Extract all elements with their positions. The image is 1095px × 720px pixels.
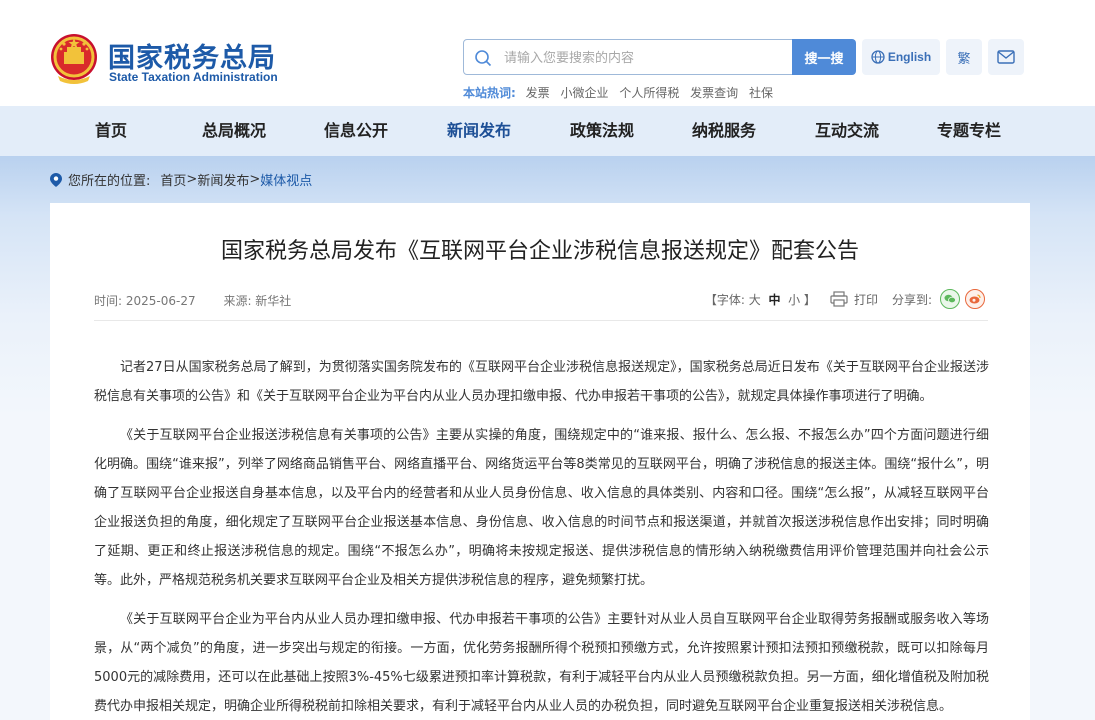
mail-button[interactable] (988, 39, 1024, 75)
hot-word-link[interactable]: 发票 (526, 86, 550, 100)
print-button[interactable]: 打印 (830, 291, 878, 308)
font-size-control: 【字体: 大 中 小 】 (705, 291, 816, 308)
meta-divider (94, 320, 988, 321)
article-paragraph: 《关于互联网平台企业为平台内从业人员办理扣缴申报、代办申报若干事项的公告》主要针… (94, 612, 989, 714)
wechat-glyph (944, 294, 956, 304)
article-tools: 【字体: 大 中 小 】 打印 分享到: (705, 287, 985, 311)
article-source: 来源: 新华社 (223, 294, 292, 308)
search-input[interactable] (504, 47, 784, 69)
breadcrumb-separator: > (186, 172, 198, 187)
traditional-chinese-button[interactable]: 繁 (946, 39, 982, 75)
article-time: 时间: 2025-06-27 (94, 294, 196, 308)
search-button[interactable]: 搜一搜 (792, 39, 856, 75)
nav-item-interact[interactable]: 互动交流 (815, 106, 879, 156)
hot-word-link[interactable]: 发票查询 (690, 86, 738, 100)
english-version-button[interactable]: English (862, 39, 940, 75)
font-small-button[interactable]: 小 (788, 293, 800, 307)
article-body: 记者27日从国家税务总局了解到，为贯彻落实国务院发布的《互联网平台企业涉税信息报… (94, 353, 989, 720)
printer-icon (830, 291, 848, 307)
nav-item-topics[interactable]: 专题专栏 (937, 106, 1001, 156)
print-label: 打印 (853, 292, 878, 307)
article-paragraph: 记者27日从国家税务总局了解到，为贯彻落实国务院发布的《互联网平台企业涉税信息报… (94, 360, 989, 404)
mail-icon (997, 50, 1015, 64)
nav-item-about[interactable]: 总局概况 (202, 106, 266, 156)
article-card: 国家税务总局发布《互联网平台企业涉税信息报送规定》配套公告 时间: 2025-0… (50, 203, 1030, 720)
main-nav: 首页 总局概况 信息公开 新闻发布 政策法规 纳税服务 互动交流 专题专栏 (0, 106, 1095, 156)
article-paragraph: 《关于互联网平台企业报送涉税信息有关事项的公告》主要从实操的角度，围绕规定中的“… (94, 428, 989, 588)
nav-item-home[interactable]: 首页 (95, 106, 127, 156)
nav-item-service[interactable]: 纳税服务 (692, 106, 756, 156)
globe-icon (871, 50, 885, 64)
english-label: English (887, 50, 932, 64)
hot-word-link[interactable]: 社保 (749, 86, 773, 100)
nav-item-news[interactable]: 新闻发布 (447, 106, 511, 156)
article-title: 国家税务总局发布《互联网平台企业涉税信息报送规定》配套公告 (220, 239, 859, 264)
article-meta: 时间: 2025-06-27 来源: 新华社 (94, 292, 291, 309)
national-emblem-icon (51, 34, 97, 84)
share-label: 分享到: (891, 292, 932, 307)
breadcrumb-prefix: 您所在的位置: (68, 174, 151, 189)
hot-words: 本站热词: 发票 小微企业 个人所得税 发票查询 社保 (463, 84, 780, 101)
wechat-share-icon[interactable] (940, 289, 960, 309)
font-large-button[interactable]: 大 (749, 293, 761, 307)
hot-words-label: 本站热词: (463, 86, 516, 100)
search-box: 搜一搜 (463, 39, 856, 75)
breadcrumb: 您所在的位置: 首页 > 新闻发布 > 媒体视点 (50, 170, 312, 189)
logo-english-name: State Taxation Administration (109, 70, 278, 84)
breadcrumb-home[interactable]: 首页 (160, 170, 186, 189)
hot-word-link[interactable]: 个人所得税 (619, 86, 679, 100)
breadcrumb-news[interactable]: 新闻发布 (197, 170, 249, 189)
nav-item-policy[interactable]: 政策法规 (570, 106, 634, 156)
hot-word-link[interactable]: 小微企业 (560, 86, 608, 100)
nav-item-info[interactable]: 信息公开 (324, 106, 388, 156)
site-header: 国家税务总局 State Taxation Administration 搜一搜… (0, 0, 1095, 106)
font-size-label: 【字体: (704, 292, 749, 307)
font-medium-button[interactable]: 中 (768, 293, 780, 307)
font-size-end: 】 (800, 292, 816, 307)
breadcrumb-separator: > (249, 172, 261, 187)
search-icon (475, 50, 492, 67)
breadcrumb-current[interactable]: 媒体视点 (260, 170, 312, 189)
site-logo[interactable]: 国家税务总局 State Taxation Administration (50, 32, 290, 88)
weibo-share-icon[interactable] (965, 289, 985, 309)
location-pin-icon (50, 172, 62, 187)
weibo-glyph (969, 294, 981, 304)
